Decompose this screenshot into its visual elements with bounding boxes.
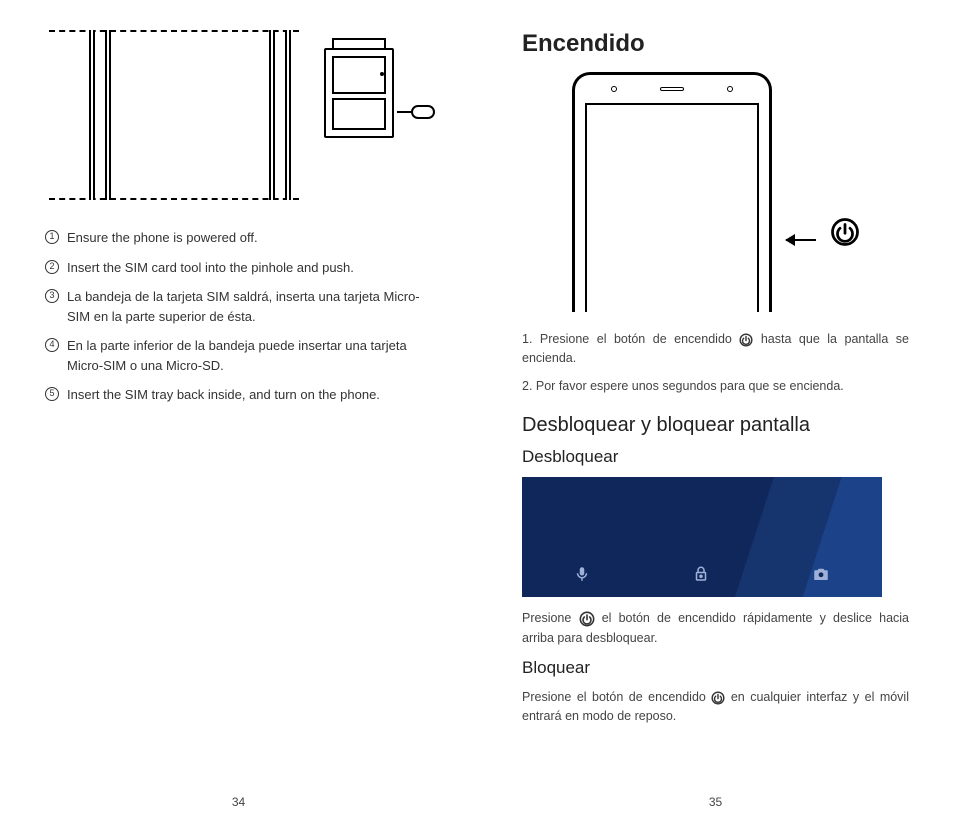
phone-power-button [771, 260, 772, 294]
step-number: 3 [45, 289, 59, 303]
instruction-item: 5 Insert the SIM tray back inside, and t… [45, 385, 432, 405]
page-number: 34 [0, 795, 477, 809]
step-text: Insert the SIM tray back inside, and tur… [67, 385, 432, 405]
arrow-line [786, 239, 816, 241]
power-icon [830, 217, 860, 247]
instruction-list: 1 Ensure the phone is powered off. 2 Ins… [45, 228, 432, 405]
phone-sensor [727, 86, 733, 92]
lockscreen-icon-row [522, 565, 882, 583]
pin-tool-handle [411, 105, 435, 119]
instruction-item: 2 Insert the SIM card tool into the pinh… [45, 258, 432, 278]
encendido-step-2: 2. Por favor espere unos segundos para q… [522, 377, 909, 396]
step-number: 5 [45, 387, 59, 401]
desbloquear-text: Presione el botón de encendido rápidamen… [522, 609, 909, 648]
step-number: 4 [45, 338, 59, 352]
diagram-dashed-bottom [49, 198, 299, 200]
heading-desbloquear-bloquear: Desbloquear y bloquear pantalla [522, 414, 909, 437]
step-text: Ensure the phone is powered off. [67, 228, 432, 248]
step-number: 1 [45, 230, 59, 244]
heading-encendido: Encendido [522, 30, 909, 58]
camera-icon [811, 565, 831, 583]
bloquear-text: Presione el botón de encendido en cualqu… [522, 688, 909, 727]
step-text: Insert the SIM card tool into the pinhol… [67, 258, 432, 278]
diagram-rail [285, 30, 291, 200]
instruction-item: 4 En la parte inferior de la bandeja pue… [45, 336, 432, 375]
text-fragment: Presione [522, 611, 579, 625]
encendido-step-1: 1. Presione el botón de encendido hasta … [522, 330, 909, 369]
page-number: 35 [477, 795, 954, 809]
mic-icon [573, 565, 591, 583]
page-right: Encendido 1. Presione el botón de encend… [477, 0, 954, 827]
power-arrow [786, 144, 816, 241]
diagram-rail [89, 30, 95, 200]
sim-tray [324, 48, 394, 138]
phone-outline [572, 72, 772, 312]
heading-desbloquear: Desbloquear [522, 447, 909, 467]
sim-tray-pinhole [380, 72, 384, 76]
step-number: 2 [45, 260, 59, 274]
page-left: 1 Ensure the phone is powered off. 2 Ins… [0, 0, 477, 827]
text-fragment: 1. Presione el botón de encendido [522, 332, 732, 346]
power-icon [711, 691, 725, 705]
phone-screen [585, 103, 759, 312]
power-icon [579, 611, 595, 627]
phone-power-diagram [522, 72, 909, 312]
heading-bloquear: Bloquear [522, 658, 909, 678]
power-icon [739, 333, 753, 347]
sim-pin-tool [397, 105, 435, 119]
lockscreen-image [522, 477, 882, 597]
diagram-rail [269, 30, 275, 200]
diagram-rail [105, 30, 111, 200]
step-text: La bandeja de la tarjeta SIM saldrá, ins… [67, 287, 432, 326]
sim-diagram [49, 30, 429, 200]
phone-volume-button [771, 145, 772, 175]
phone-front-camera [611, 86, 617, 92]
instruction-item: 1 Ensure the phone is powered off. [45, 228, 432, 248]
text-fragment: Presione el botón de encendido [522, 690, 711, 704]
instruction-item: 3 La bandeja de la tarjeta SIM saldrá, i… [45, 287, 432, 326]
step-text: En la parte inferior de la bandeja puede… [67, 336, 432, 375]
diagram-dashed-top [49, 30, 299, 32]
page-spread: 1 Ensure the phone is powered off. 2 Ins… [0, 0, 954, 827]
phone-speaker [660, 87, 684, 91]
lock-icon [692, 565, 710, 583]
sim-tray-slot [332, 98, 386, 130]
